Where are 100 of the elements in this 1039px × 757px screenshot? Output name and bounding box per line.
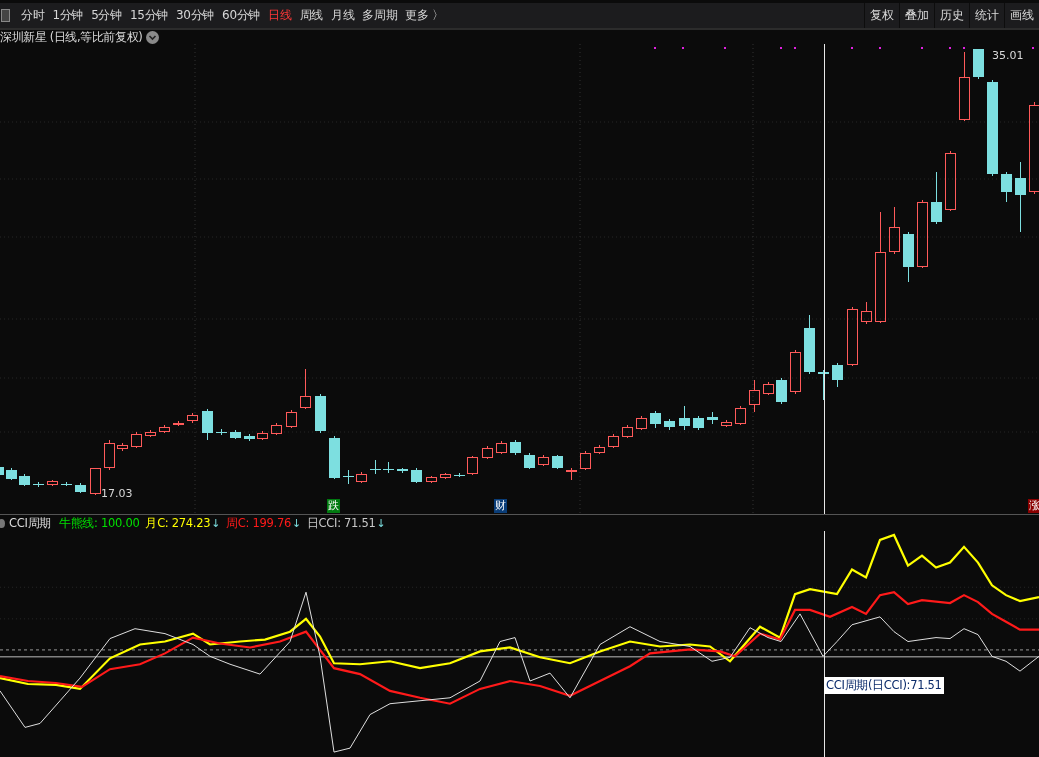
settings-icon[interactable] [0,518,5,528]
candlestick [679,405,690,431]
candlestick [903,231,914,283]
candlestick [735,405,746,426]
low-price-label: 17.03 [101,487,133,500]
candlestick [75,482,86,494]
trend-arrow: ↓ [292,516,301,530]
indicator-value: 日CCI: 71.51 [306,515,376,531]
period-tab[interactable]: 30分钟 [172,7,219,24]
candlestick [202,408,213,441]
candlestick [356,471,367,484]
candlestick [650,410,661,429]
candlestick [973,48,984,80]
candlestick [343,469,354,485]
candlestick [187,412,198,424]
period-tab[interactable]: 5分钟 [87,7,126,24]
candlestick [145,429,156,438]
candlestick [749,379,760,413]
candlestick [847,306,858,367]
trend-arrow: ↓ [376,516,386,530]
panel-icon[interactable] [1,9,10,22]
candlestick [776,377,787,405]
candlestick [383,461,394,474]
candlestick [790,349,801,395]
candlestick [510,439,521,456]
candlestick [524,452,535,470]
candlestick [426,475,437,484]
candlestick [552,454,563,470]
candlestick [594,444,605,455]
candlestick [959,51,970,122]
candlestick [19,473,30,487]
candlestick [47,479,58,487]
candlestick [861,301,872,325]
indicator-name: CCI周期 [9,515,51,531]
candlestick [707,411,718,425]
candlestick [230,429,241,440]
event-marker[interactable]: 跌 [327,499,340,513]
period-tab[interactable]: 周线 [295,7,327,24]
candlestick [173,420,184,427]
candlestick [6,467,17,481]
trend-arrow: ↓ [211,516,221,530]
candlestick [580,450,591,471]
candlestick [945,150,956,212]
candlestick [804,314,815,375]
period-tab[interactable]: 月线 [326,7,359,24]
candlestick [329,435,340,480]
candlestick [467,455,478,476]
candlestick [244,433,255,442]
chart-title: 深圳新星 (日线,等比前复权) [0,29,143,45]
period-tab[interactable]: 60分钟 [218,7,265,24]
candlestick [763,381,774,396]
candlestick [411,467,422,484]
event-marker[interactable]: 财 [494,499,507,513]
candlestick [622,424,633,439]
period-tab[interactable]: 分时 [17,7,49,24]
candlestick [104,439,115,471]
period-tab[interactable]: 15分钟 [125,7,172,24]
period-tab[interactable]: 1分钟 [48,7,88,24]
candlestick [496,440,507,455]
indicator-value: 周C: 199.76 [226,515,291,531]
candlestick [454,472,465,478]
candlestick [538,454,549,467]
crosshair-tooltip: CCI周期(日CCI):71.51 [824,677,944,694]
candlestick [664,418,675,431]
candlestick [917,199,928,269]
candlestick [889,206,900,255]
candlestick [315,393,326,434]
candlestick [286,409,297,429]
high-price-label: 35.01 [992,49,1024,62]
candlestick [257,430,268,441]
candlestick [440,472,451,480]
candlestick [818,369,829,401]
candlestick [608,433,619,449]
indicator-value: 牛熊线: 100.00 [58,515,140,531]
candlestick [159,424,170,434]
candlestick [931,171,942,225]
period-tab[interactable]: 多周期 [358,7,402,24]
candlestick [832,362,843,388]
candlestick [131,431,142,449]
candlestick [370,459,381,475]
dropdown-icon[interactable] [146,30,160,44]
candlestick [90,467,101,496]
candlestick [636,415,647,431]
candlestick [271,422,282,436]
candlestick [1015,161,1026,233]
indicator-value: 月C: 274.23 [145,515,211,531]
candlestick [33,481,44,488]
candlestick [61,481,72,487]
candlestick [721,419,732,428]
candlestick [216,428,227,436]
candlestick [482,445,493,460]
candlestick [117,442,128,452]
period-tab[interactable]: 更多 〉 [401,7,449,24]
candlestick [693,415,704,431]
event-marker[interactable]: 涨 [1028,499,1039,513]
candlestick [1001,171,1012,203]
candlestick [300,368,311,410]
candlestick [566,467,577,481]
period-tab[interactable]: 日线 [264,7,296,24]
candlestick [397,467,408,474]
